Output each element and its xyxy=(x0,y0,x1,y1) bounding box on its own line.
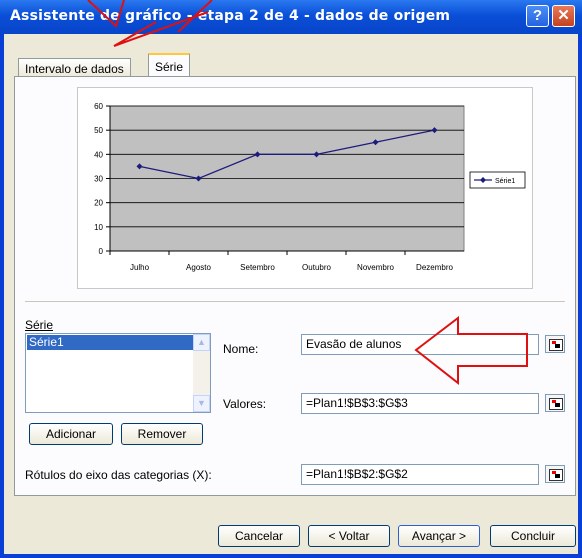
serie-label: Série xyxy=(25,318,53,332)
window-title: Assistente de gráfico - etapa 2 de 4 - d… xyxy=(10,8,451,24)
y-tick-label: 40 xyxy=(94,150,103,159)
x-tick-label: Setembro xyxy=(240,263,275,272)
section-divider xyxy=(25,301,565,302)
tab-serie[interactable]: Série xyxy=(148,53,191,77)
listbox-scrollbar[interactable]: ▲ ▼ xyxy=(193,334,210,412)
tab-intervalo-de-dados[interactable]: Intervalo de dados xyxy=(18,58,131,77)
close-button[interactable]: ✕ xyxy=(552,5,575,27)
scroll-down-icon[interactable]: ▼ xyxy=(193,395,210,412)
y-tick-label: 30 xyxy=(94,175,103,184)
serie-label-text: Série xyxy=(25,318,54,332)
y-tick-label: 20 xyxy=(94,199,103,208)
finish-button[interactable]: Concluir xyxy=(490,525,576,547)
nome-field[interactable]: Evasão de alunos xyxy=(301,334,539,355)
y-tick-label: 0 xyxy=(99,247,104,256)
valores-field[interactable]: =Plan1!$B$3:$G$3 xyxy=(301,393,539,414)
tab-panel: 60 50 40 30 20 10 0 Julho Agosto Setembro Outubro N… xyxy=(14,76,576,496)
legend-label: Série1 xyxy=(495,178,515,185)
x-tick-label: Outubro xyxy=(302,263,331,272)
next-button[interactable]: Avançar > xyxy=(398,525,480,547)
list-item[interactable]: Série1 xyxy=(27,335,193,350)
range-picker-icon[interactable] xyxy=(545,394,565,412)
y-tick-label: 60 xyxy=(94,102,103,111)
x-tick-label: Agosto xyxy=(186,263,211,272)
range-picker-icon[interactable] xyxy=(545,335,565,353)
x-tick-label: Julho xyxy=(130,263,150,272)
remove-series-button[interactable]: Remover xyxy=(121,423,203,445)
y-tick-label: 50 xyxy=(94,126,103,135)
cancel-button[interactable]: Cancelar xyxy=(218,525,300,547)
nome-label: Nome: xyxy=(223,342,259,356)
series-listbox[interactable]: Série1 ▲ ▼ xyxy=(25,333,211,413)
x-tick-label: Novembro xyxy=(357,263,394,272)
range-picker-icon[interactable] xyxy=(545,465,565,483)
valores-label: Valores: xyxy=(223,397,267,411)
scroll-up-icon[interactable]: ▲ xyxy=(193,334,210,351)
help-button[interactable]: ? xyxy=(526,5,549,27)
chart-svg: 60 50 40 30 20 10 0 Julho Agosto Setembro Outubro N… xyxy=(94,102,526,272)
back-button[interactable]: < Voltar xyxy=(308,525,390,547)
rotulos-label: Rótulos do eixo das categorias (X): xyxy=(25,468,212,482)
add-series-button[interactable]: Adicionar xyxy=(29,423,113,445)
title-bar[interactable]: Assistente de gráfico - etapa 2 de 4 - d… xyxy=(0,0,582,34)
y-tick-label: 10 xyxy=(94,223,103,232)
chart-preview: 60 50 40 30 20 10 0 Julho Agosto Setembro Outubro N… xyxy=(77,87,533,289)
x-tick-label: Dezembro xyxy=(416,263,453,272)
chart-wizard-dialog: Assistente de gráfico - etapa 2 de 4 - d… xyxy=(0,0,582,558)
rotulos-field[interactable]: =Plan1!$B$2:$G$2 xyxy=(301,464,539,485)
